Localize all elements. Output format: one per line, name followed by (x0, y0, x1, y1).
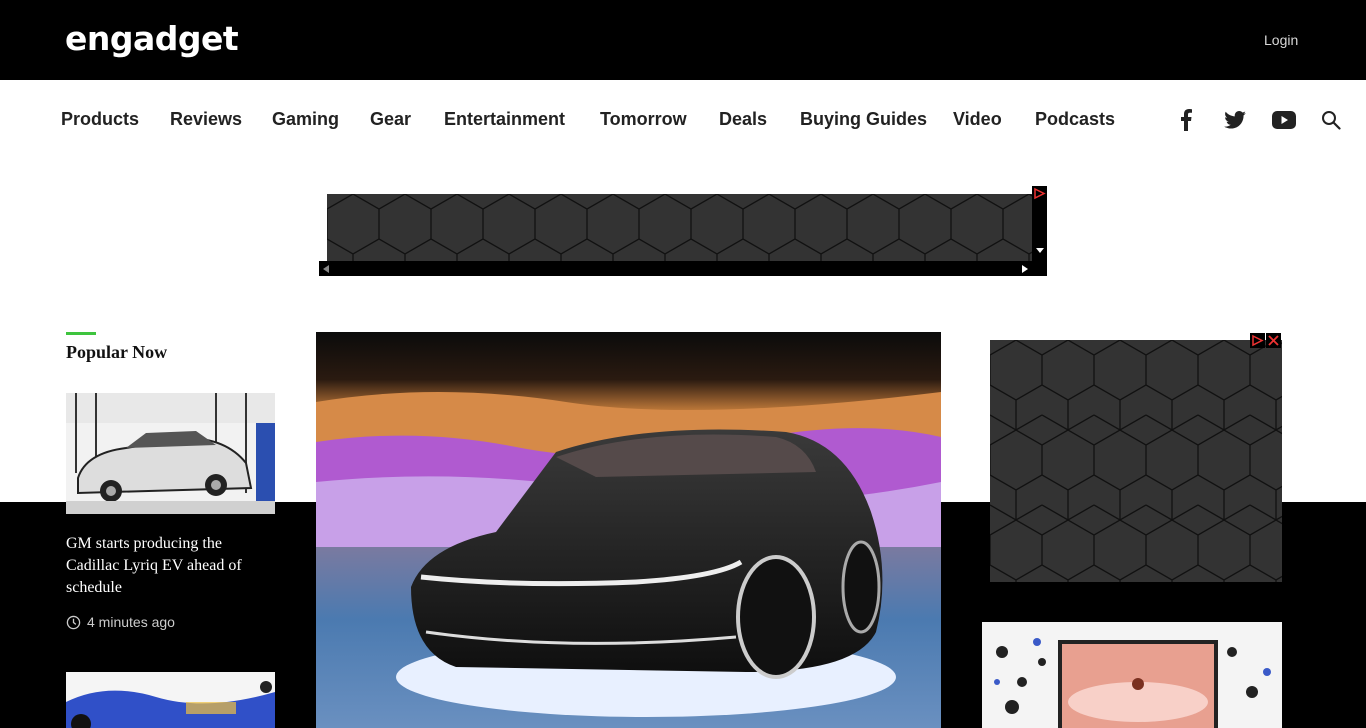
nav-item-products[interactable]: Products (61, 109, 139, 130)
chevron-down-icon[interactable] (1036, 248, 1044, 254)
adchoices-icon[interactable] (1032, 186, 1047, 201)
nav-item-gear[interactable]: Gear (370, 109, 411, 130)
story-thumbnail[interactable] (66, 393, 275, 514)
sidebar-ad[interactable] (990, 340, 1282, 582)
clock-icon (66, 615, 81, 629)
story-timestamp: 4 minutes ago (66, 614, 175, 630)
top-banner-ad[interactable] (327, 194, 1032, 261)
sidebar-thumbnail[interactable] (982, 622, 1282, 728)
top-bar: engadget Login (0, 0, 1366, 80)
nav-item-podcasts[interactable]: Podcasts (1035, 109, 1115, 130)
chevron-left-icon[interactable] (323, 265, 329, 273)
popular-now-heading: Popular Now (66, 342, 168, 362)
nav-item-buying-guides[interactable]: Buying Guides (800, 109, 927, 130)
story-headline[interactable]: GM starts producing the Cadillac Lyriq E… (66, 533, 275, 599)
nav-item-gaming[interactable]: Gaming (272, 109, 339, 130)
engadget-logo[interactable]: engadget (65, 19, 239, 59)
story-thumbnail-2[interactable] (66, 672, 275, 728)
login-link[interactable]: Login (1264, 32, 1298, 48)
nav-item-video[interactable]: Video (953, 109, 1002, 130)
youtube-icon[interactable] (1271, 107, 1297, 133)
nav-item-deals[interactable]: Deals (719, 109, 767, 130)
nav-item-tomorrow[interactable]: Tomorrow (600, 109, 687, 130)
nav-item-reviews[interactable]: Reviews (170, 109, 242, 130)
story-time-text: 4 minutes ago (87, 614, 175, 630)
nav-item-entertainment[interactable]: Entertainment (444, 109, 565, 130)
main-nav: Products Reviews Gaming Gear Entertainme… (0, 80, 1366, 160)
chevron-right-icon[interactable] (1022, 265, 1028, 273)
hero-image[interactable] (316, 332, 941, 728)
ad-scroll-bar[interactable] (319, 261, 1047, 276)
ad-side-strip (1032, 186, 1047, 261)
twitter-icon[interactable] (1222, 107, 1248, 133)
section-accent-bar (66, 332, 96, 335)
search-icon[interactable] (1318, 107, 1344, 133)
close-ad-icon[interactable] (1266, 333, 1281, 348)
adchoices-icon-2[interactable] (1250, 333, 1265, 348)
facebook-icon[interactable] (1173, 107, 1199, 133)
